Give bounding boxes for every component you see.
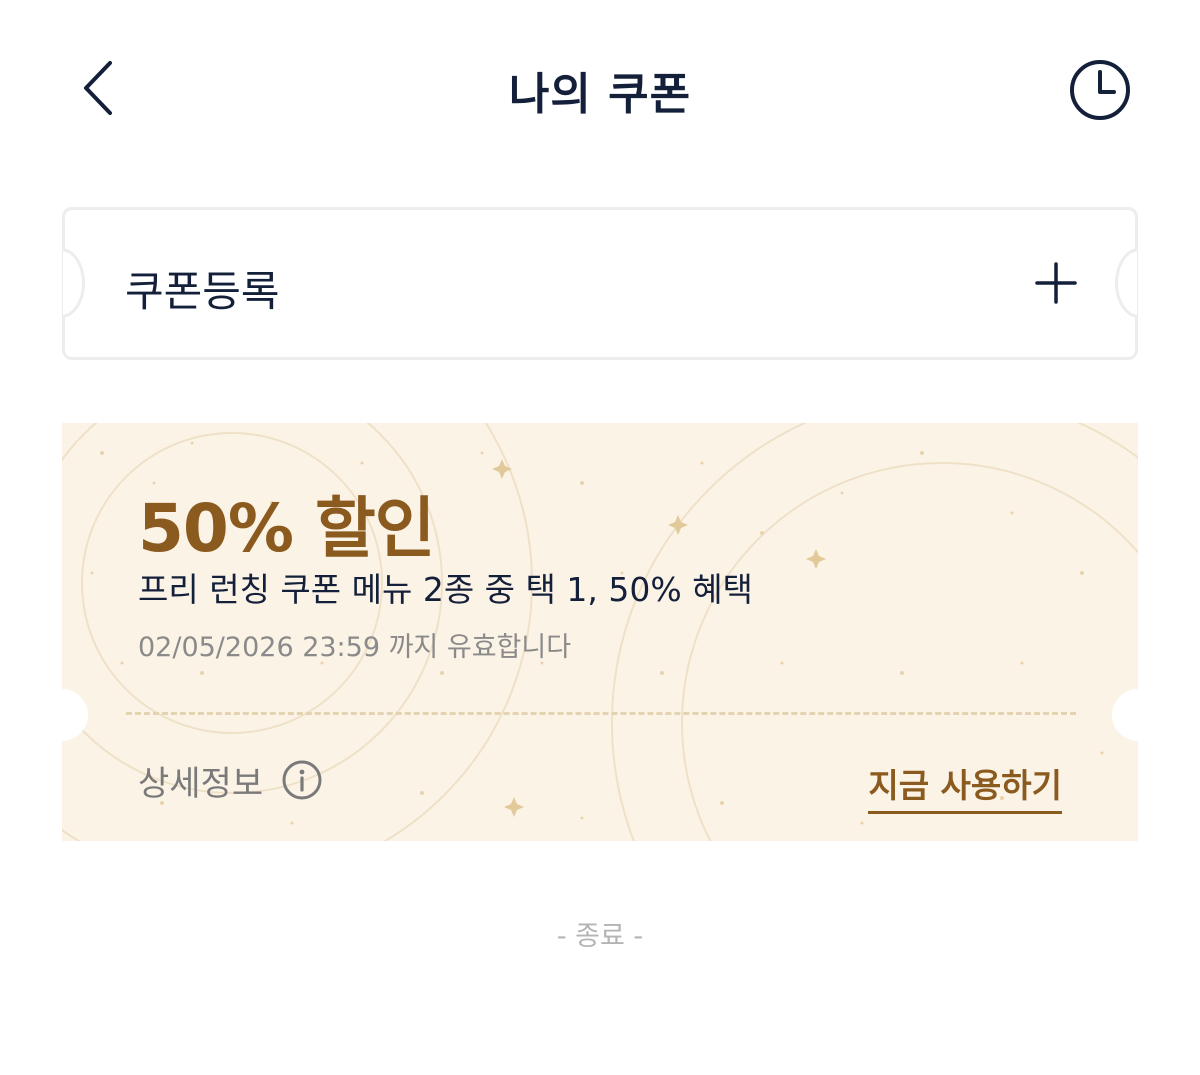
list-end-label: - 종료 - [556,921,644,952]
page-title: 나의 쿠폰 [508,69,692,120]
coupon-detail-label: 상세정보 [138,763,264,804]
history-button[interactable] [1066,56,1134,124]
coupon-divider [126,712,1076,715]
clock-icon [1070,60,1130,120]
coupon-detail-button[interactable]: 상세정보 [138,758,323,804]
coupon-register-label: 쿠폰등록 [125,267,280,316]
coupon-card: 50% 할인 프리 런칭 쿠폰 메뉴 2종 중 택 1, 50% 혜택 02/0… [62,423,1138,841]
ticket-notch-left [63,248,85,318]
coupon-discount-title: 50% 할인 [138,490,435,567]
coupon-register-button[interactable]: 쿠폰등록 [62,207,1138,360]
ticket-notch-right [1115,248,1137,318]
info-icon [282,760,322,800]
coupon-expiry: 02/05/2026 23:59 까지 유효합니다 [138,632,572,663]
header: 나의 쿠폰 [0,0,1200,180]
plus-icon [1035,262,1077,304]
use-now-button[interactable]: 지금 사용하기 [868,759,1062,814]
coupon-description: 프리 런칭 쿠폰 메뉴 2종 중 택 1, 50% 혜택 [138,570,753,609]
